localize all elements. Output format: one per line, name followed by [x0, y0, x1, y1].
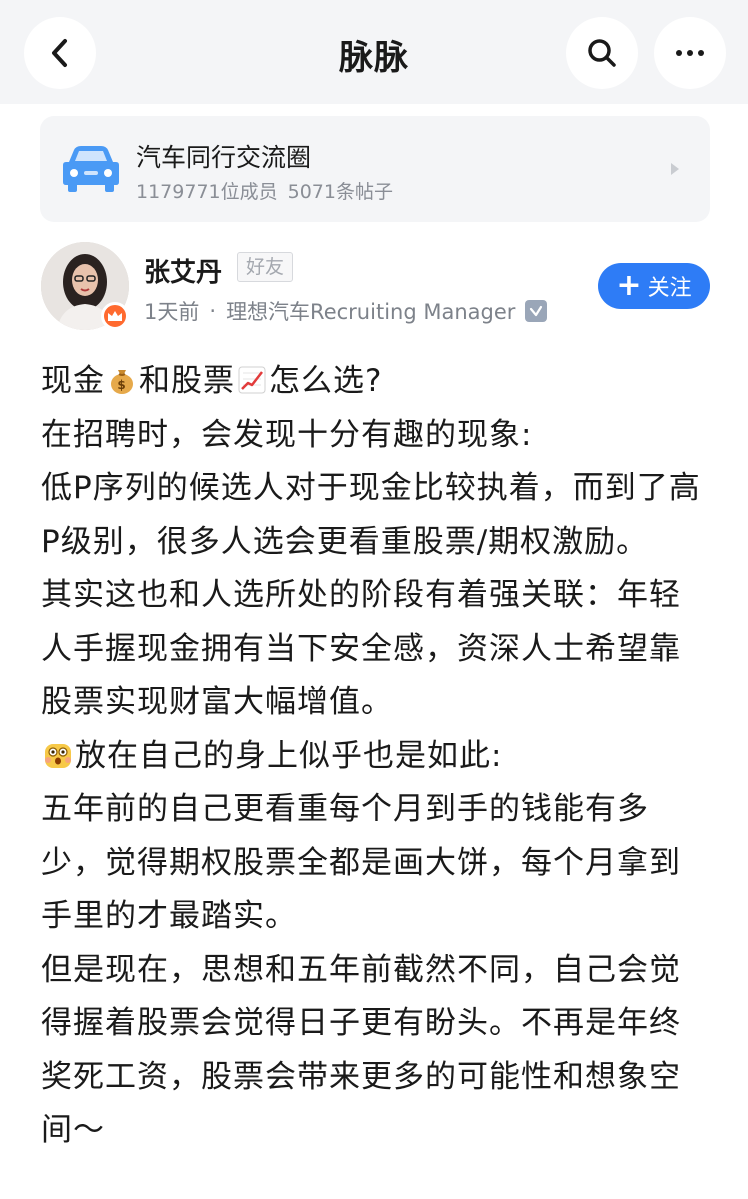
plus-icon: + — [616, 268, 642, 303]
circle-name: 汽车同行交流圈 — [136, 143, 312, 172]
circle-posts: 5071条帖子 — [287, 181, 393, 203]
search-button[interactable] — [566, 17, 638, 89]
author-meta: 1天前 · 理想汽车Recruiting Manager — [144, 296, 548, 326]
post-paragraph: 但是现在，思想和五年前截然不同，自己会觉得握着股票会觉得日子更有盼头。不再是年终… — [41, 951, 681, 1149]
svg-text:$: $ — [117, 378, 126, 392]
author-title: 理想汽车Recruiting Manager — [226, 300, 516, 324]
post-paragraph: 低P序列的候选人对于现金比较执着，而到了高P级别，很多人选会更看重股票/期权激励… — [41, 470, 701, 560]
follow-button[interactable]: + 关注 — [598, 263, 710, 309]
circle-members: 1179771位成员 — [136, 181, 278, 203]
post-text: 和股票 — [139, 363, 235, 399]
search-icon — [588, 39, 616, 67]
post-text: 放在自己的身上似乎也是如此: — [75, 737, 503, 774]
author-name[interactable]: 张艾丹 — [144, 252, 222, 289]
more-horizontal-icon — [676, 50, 704, 56]
post-text: 现金 — [41, 363, 105, 399]
post-paragraph: 五年前的自己更看重每个月到手的钱能有多少，觉得期权股票全都是画大饼，每个月拿到手… — [41, 791, 681, 934]
friend-tag: 好友 — [237, 252, 294, 282]
top-bar: 脉脉 — [0, 0, 748, 104]
chart-increasing-icon — [238, 366, 266, 394]
more-button[interactable] — [654, 17, 726, 89]
crown-icon — [101, 302, 129, 330]
circle-card[interactable]: 汽车同行交流圈 1179771位成员 5071条帖子 — [40, 116, 710, 222]
money-bag-icon: $ — [111, 370, 133, 394]
post-line: 放在自己的身上似乎也是如此: — [41, 730, 709, 784]
post-time: 1天前 — [144, 300, 200, 324]
car-icon — [63, 146, 119, 192]
follow-label: 关注 — [647, 276, 692, 301]
circle-stats: 1179771位成员 5071条帖子 — [136, 177, 393, 204]
post-content: 现金 $ 和股票 怎么选? 在招聘时，会发现十分有趣的现象: 低P序列的候选人对… — [41, 355, 709, 1158]
post-line: 现金 $ 和股票 怎么选? — [41, 355, 709, 409]
post-text: 怎么选? — [269, 363, 383, 399]
post-paragraph: 在招聘时，会发现十分有趣的现象: — [41, 416, 533, 453]
verified-icon — [525, 300, 548, 322]
triangle-right-icon — [671, 163, 679, 175]
meta-separator: · — [209, 299, 217, 323]
surprised-face-icon — [45, 743, 71, 768]
post-paragraph: 其实这也和人选所处的阶段有着强关联：年轻人手握现金拥有当下安全感，资深人士希望靠… — [41, 577, 681, 720]
